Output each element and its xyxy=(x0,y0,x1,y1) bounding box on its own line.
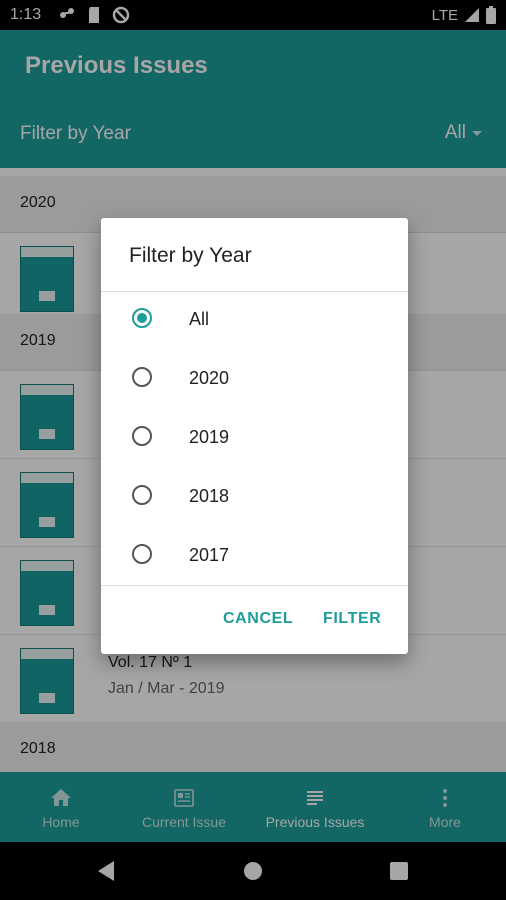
option-2019[interactable]: 2019 xyxy=(101,410,408,468)
option-label: All xyxy=(189,309,210,329)
dialog-title: Filter by Year xyxy=(129,244,252,267)
radio-button[interactable] xyxy=(132,308,152,328)
option-2018[interactable]: 2018 xyxy=(101,469,408,527)
option-2020[interactable]: 2020 xyxy=(101,351,408,409)
radio-button[interactable] xyxy=(132,426,152,446)
option-label: 2019 xyxy=(189,427,230,447)
option-2017[interactable]: 2017 xyxy=(101,528,408,586)
radio-button[interactable] xyxy=(132,544,152,564)
option-all[interactable]: All xyxy=(101,292,408,350)
option-label: 2017 xyxy=(189,545,230,565)
divider xyxy=(101,585,408,586)
radio-button[interactable] xyxy=(132,485,152,505)
radio-button[interactable] xyxy=(132,367,152,387)
option-label: 2020 xyxy=(189,368,230,388)
filter-button[interactable]: FILTER xyxy=(323,610,381,628)
option-label: 2018 xyxy=(189,486,230,506)
cancel-button[interactable]: CANCEL xyxy=(223,610,293,628)
filter-dialog: Filter by Year All 2020 2019 2018 2017 C… xyxy=(101,218,408,654)
